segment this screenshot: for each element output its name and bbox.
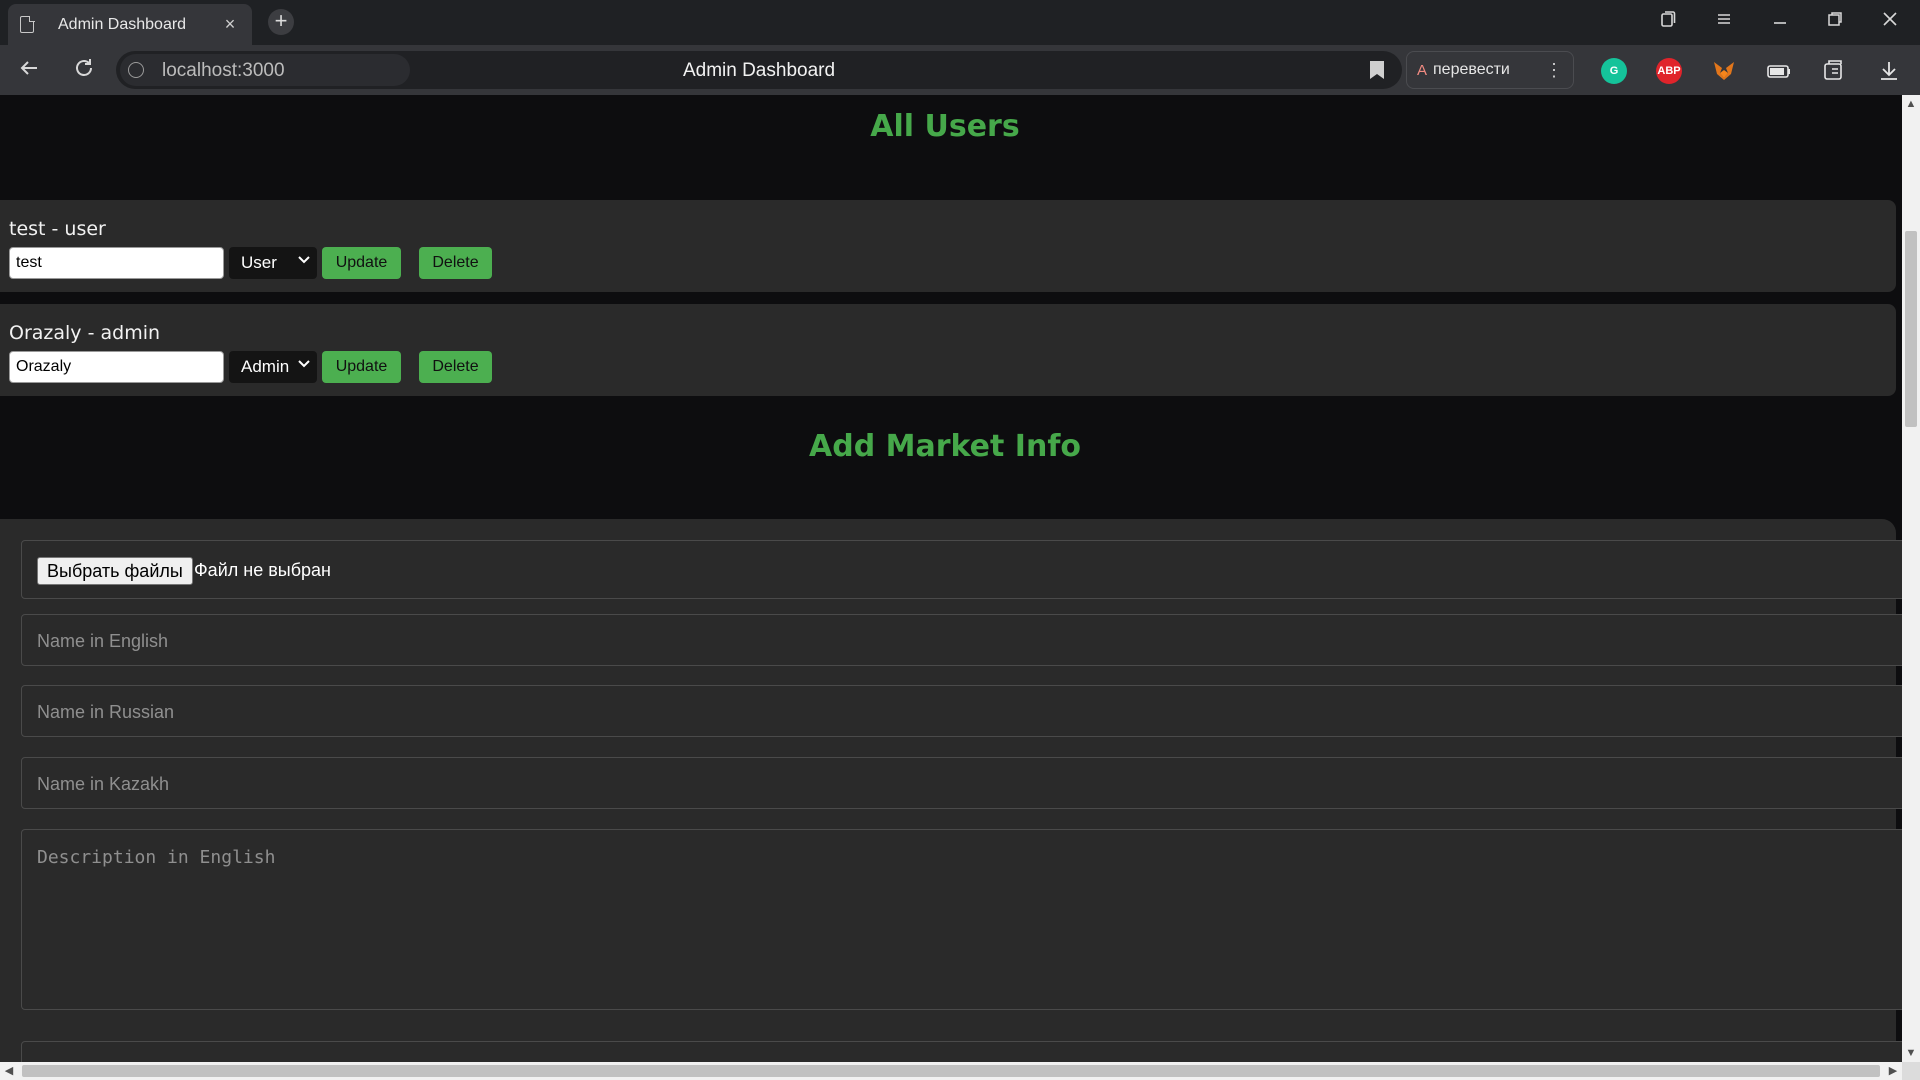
browser-tab[interactable]: Admin Dashboard × — [8, 4, 252, 45]
horizontal-scrollbar[interactable]: ◀ ▶ — [0, 1062, 1902, 1080]
scroll-up-icon[interactable]: ▲ — [1902, 95, 1920, 113]
file-status-text: Файл не выбран — [194, 560, 331, 580]
role-select-value: User — [241, 253, 277, 272]
back-icon[interactable] — [15, 57, 43, 85]
close-window-icon[interactable] — [1878, 10, 1902, 33]
users-section-title: All Users — [870, 109, 1020, 144]
update-button[interactable]: Update — [322, 247, 401, 279]
file-upload-field: Выбрать файлы Файл не выбран — [21, 540, 1902, 599]
scroll-left-icon[interactable]: ◀ — [0, 1062, 18, 1080]
tab-title: Admin Dashboard — [58, 15, 187, 33]
user-name-input[interactable] — [9, 351, 224, 383]
user-card: test - user User Update Delete — [0, 200, 1896, 292]
name-kazakh-placeholder: Name in Kazakh — [37, 774, 170, 794]
translate-icon: A — [1417, 61, 1428, 79]
role-select[interactable]: User — [229, 247, 317, 279]
name-kazakh-input[interactable]: Name in Kazakh — [21, 757, 1902, 809]
menu-icon[interactable] — [1712, 10, 1736, 33]
name-russian-placeholder: Name in Russian — [37, 702, 175, 722]
translate-label: перевести — [1433, 61, 1510, 78]
restore-icon[interactable] — [1823, 10, 1847, 33]
market-form: Выбрать файлы Файл не выбран Name in Eng… — [0, 519, 1902, 1062]
chevron-down-icon — [298, 360, 310, 368]
scroll-down-icon[interactable]: ▼ — [1902, 1044, 1920, 1062]
page-viewport: All Users test - user User Update Delete… — [0, 95, 1902, 1062]
grammarly-icon[interactable]: G — [1601, 58, 1627, 84]
horizontal-scroll-thumb[interactable] — [22, 1065, 1880, 1077]
browser-toolbar: localhost:3000 Admin Dashboard A перевес… — [0, 45, 1920, 95]
delete-button[interactable]: Delete — [419, 351, 492, 383]
more-vert-icon[interactable]: ⋮ — [1545, 60, 1563, 81]
metamask-icon[interactable] — [1711, 58, 1737, 84]
battery-icon[interactable] — [1766, 58, 1792, 84]
next-form-field[interactable] — [21, 1041, 1902, 1062]
address-bar[interactable]: localhost:3000 Admin Dashboard — [116, 51, 1402, 89]
role-select-value: Admin — [241, 357, 290, 376]
name-english-input[interactable]: Name in English — [21, 614, 1902, 666]
page-icon — [20, 15, 35, 33]
user-name-input[interactable] — [9, 247, 224, 279]
name-russian-input[interactable]: Name in Russian — [21, 685, 1902, 737]
scroll-right-icon[interactable]: ▶ — [1884, 1062, 1902, 1080]
tabs-extension-icon[interactable] — [1821, 58, 1847, 84]
user-heading: test - user — [9, 218, 106, 240]
user-heading: Orazaly - admin — [9, 322, 161, 344]
download-icon[interactable] — [1876, 58, 1902, 84]
reload-icon[interactable] — [70, 57, 98, 85]
vertical-scrollbar[interactable]: ▲ ▼ — [1902, 95, 1920, 1062]
scrollbar-corner — [1902, 1062, 1920, 1080]
market-section-title: Add Market Info — [809, 429, 1081, 464]
url-text[interactable]: localhost:3000 — [162, 60, 285, 82]
vertical-scroll-thumb[interactable] — [1905, 231, 1917, 427]
site-info-icon[interactable] — [128, 62, 144, 78]
choose-files-button[interactable]: Выбрать файлы — [37, 557, 193, 585]
update-button[interactable]: Update — [322, 351, 401, 383]
name-english-placeholder: Name in English — [37, 631, 169, 651]
role-select[interactable]: Admin — [229, 351, 317, 383]
bookmark-icon[interactable] — [1370, 61, 1384, 79]
tab-search-icon[interactable] — [1656, 10, 1680, 33]
translate-button[interactable]: A перевести ⋮ — [1406, 51, 1574, 89]
minimize-icon[interactable] — [1768, 10, 1792, 33]
tab-close-icon[interactable]: × — [220, 14, 240, 35]
description-english-textarea[interactable]: Description in English — [21, 829, 1902, 1010]
description-english-placeholder: Description in English — [37, 847, 276, 868]
new-tab-button[interactable]: + — [268, 9, 294, 35]
delete-button[interactable]: Delete — [419, 247, 492, 279]
browser-tab-bar: Admin Dashboard × + — [0, 0, 1920, 45]
user-card: Orazaly - admin Admin Update Delete — [0, 304, 1896, 396]
chevron-down-icon — [298, 256, 310, 264]
adblock-icon[interactable]: ABP — [1656, 58, 1682, 84]
